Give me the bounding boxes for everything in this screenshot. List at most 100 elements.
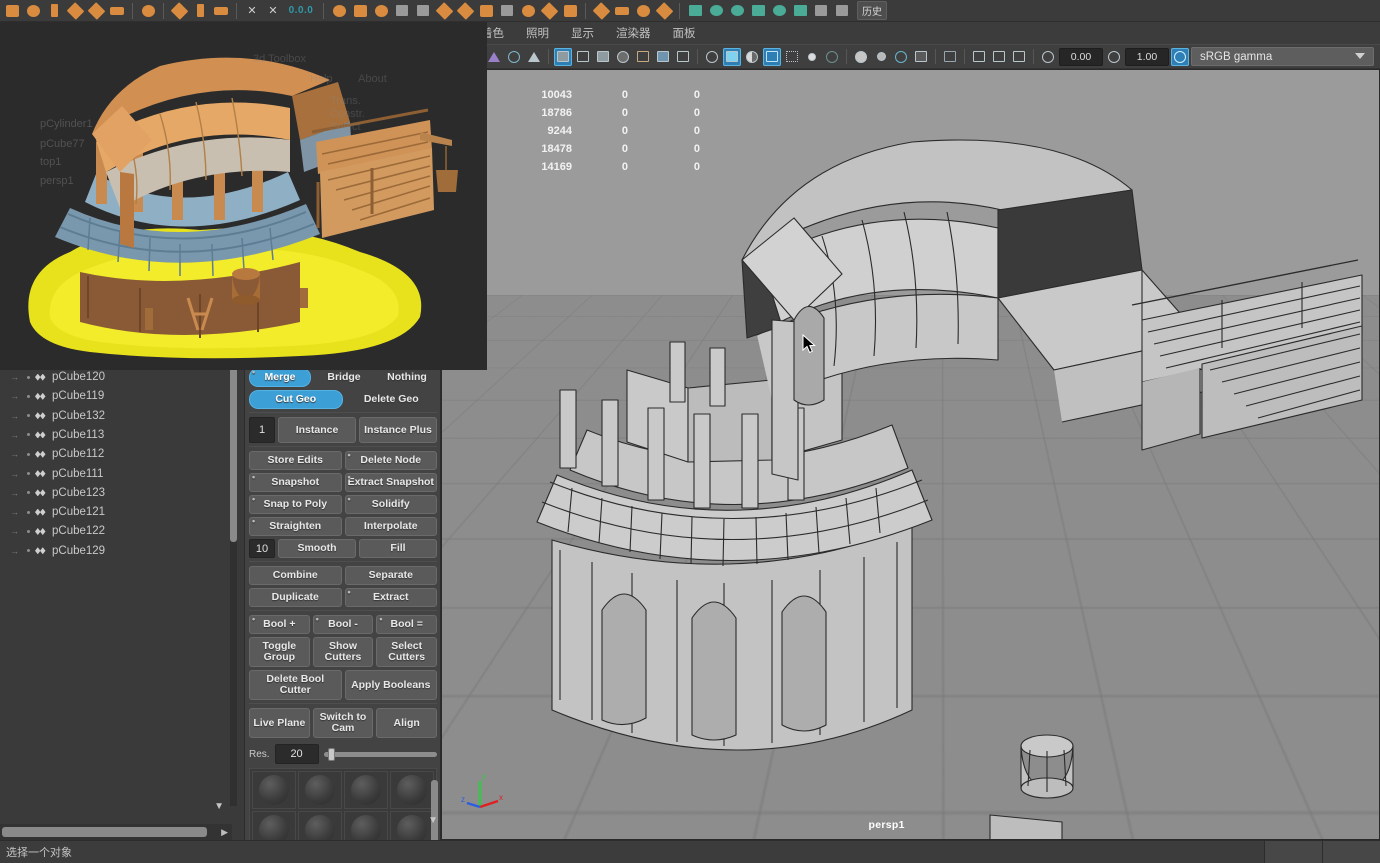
material-swatch[interactable] — [252, 811, 296, 840]
cluster-icon[interactable] — [633, 2, 653, 20]
xray-joints-icon[interactable] — [872, 48, 890, 66]
expand-arrow-icon[interactable]: → — [10, 449, 22, 459]
viewport-menu-lighting[interactable]: 照明 — [526, 25, 549, 41]
layout-icon[interactable] — [350, 2, 370, 20]
viewport-canvas[interactable]: 10043 0 0 18786 0 0 9244 0 0 18478 0 0 14169 0 0 y x z… — [441, 69, 1380, 840]
panel-maximize-icon[interactable] — [1010, 48, 1028, 66]
delete-geo-button[interactable]: Delete Geo — [346, 390, 438, 409]
expand-arrow-icon[interactable]: → — [10, 430, 22, 440]
bridge-icon[interactable] — [476, 2, 496, 20]
lighting-default-icon[interactable] — [703, 48, 721, 66]
store-edits-button[interactable]: Store Edits — [249, 451, 342, 470]
expand-arrow-icon[interactable]: → — [10, 198, 22, 208]
status-cell[interactable] — [1264, 841, 1322, 863]
outliner-horizontal-scrollbar[interactable]: ▶ — [0, 824, 232, 840]
interpolate-button[interactable]: Interpolate — [344, 517, 437, 536]
panel-layout-icon[interactable] — [970, 48, 988, 66]
anim-playback-icon[interactable] — [706, 2, 726, 20]
bool-subtract-button[interactable]: Bool - — [312, 614, 374, 634]
viewport-menu-shading[interactable]: 着色 — [481, 25, 504, 41]
expand-arrow-icon[interactable]: → — [10, 546, 22, 556]
curve-icon[interactable] — [654, 1, 674, 20]
bool-intersect-button[interactable]: Bool = — [376, 614, 438, 634]
grid-small-icon[interactable] — [392, 2, 412, 20]
refresh-icon[interactable] — [505, 48, 523, 66]
duplicate-button[interactable]: Duplicate — [249, 588, 342, 607]
motion-blur-icon[interactable] — [823, 48, 841, 66]
outliner-item-pcube79[interactable]: → pCube79 — [0, 271, 232, 290]
expand-arrow-icon[interactable]: → — [10, 83, 22, 93]
toggle-group-button[interactable]: Toggle Group — [249, 637, 310, 667]
separate-button[interactable]: Separate — [344, 566, 437, 585]
outliner-item-pcube76[interactable]: → pCube76 — [0, 290, 232, 309]
history-button[interactable]: 历史 — [857, 1, 887, 20]
object-button[interactable]: Object — [314, 346, 374, 365]
uv-editor-icon[interactable] — [329, 2, 349, 20]
smooth-button[interactable]: Smooth — [278, 539, 356, 558]
material-swatch[interactable] — [252, 771, 296, 809]
toolbox-menu-help[interactable]: Help — [285, 39, 306, 50]
poly-sphere-icon[interactable] — [23, 2, 43, 20]
status-cell[interactable] — [1322, 841, 1380, 863]
deform-bend-icon[interactable] — [612, 2, 632, 20]
expand-arrow-icon[interactable]: → — [10, 411, 22, 421]
outliner-item-pcube113[interactable]: → pCube113 — [0, 425, 232, 444]
extract-snapshot-button[interactable]: Extract Snapshot — [344, 472, 437, 492]
exposure-field[interactable]: 0.00 — [1059, 47, 1103, 66]
camera-icon[interactable] — [445, 48, 463, 66]
antialias-icon[interactable] — [783, 48, 801, 66]
expand-arrow-icon[interactable]: → — [10, 353, 22, 363]
smooth-shading-icon[interactable] — [574, 48, 592, 66]
expand-arrow-icon[interactable]: → — [10, 237, 22, 247]
snapshot-button[interactable]: Snapshot — [249, 472, 342, 492]
uv-sphere-icon[interactable] — [371, 2, 391, 20]
instance-button[interactable]: Instance — [278, 417, 356, 443]
ambient-occlusion-icon[interactable] — [763, 47, 781, 66]
xray-icon[interactable] — [674, 48, 692, 66]
resolution-slider[interactable] — [323, 747, 437, 761]
merge-verts-icon[interactable] — [497, 2, 517, 20]
outliner-item-pcube99[interactable]: → pCube99 — [0, 252, 232, 271]
expand-arrow-icon[interactable]: → — [10, 507, 22, 517]
expand-arrow-icon[interactable]: → — [10, 391, 22, 401]
grid-dots-icon[interactable] — [413, 2, 433, 20]
outliner-item-pcube120[interactable]: → pCube120 — [0, 367, 232, 386]
material-swatch[interactable] — [390, 771, 434, 809]
live-plane-button[interactable]: Live Plane — [249, 708, 310, 738]
shadows-icon[interactable] — [743, 48, 761, 66]
bool-add-button[interactable]: Bool + — [249, 614, 310, 634]
smooth-count-field[interactable]: 10 — [249, 539, 275, 558]
gamma-field[interactable]: 1.00 — [1125, 47, 1169, 66]
light-bulb-icon[interactable] — [803, 48, 821, 66]
nothing-button[interactable]: Nothing — [377, 368, 437, 387]
grid-toggle-icon[interactable] — [525, 48, 543, 66]
curve-editor-icon[interactable] — [832, 2, 852, 20]
image-plane-icon[interactable] — [485, 48, 503, 66]
outliner-item-pcube105[interactable]: → pCube105 — [0, 78, 232, 97]
fill-button[interactable]: Fill — [359, 539, 437, 558]
expand-arrow-icon[interactable]: → — [10, 160, 22, 170]
scroll-right-icon[interactable]: ▶ — [221, 827, 228, 838]
anim-ghost-icon[interactable] — [727, 2, 747, 20]
anim-constraint-icon[interactable] — [769, 2, 789, 20]
lighting-all-icon[interactable] — [723, 47, 741, 66]
combine-button[interactable]: Combine — [249, 566, 342, 585]
expand-arrow-icon[interactable]: → — [10, 218, 22, 228]
quadrangulate-icon[interactable] — [560, 2, 580, 20]
outliner-item-pcube119[interactable]: → pCube119 — [0, 387, 232, 406]
anim-motiontrail-icon[interactable] — [748, 2, 768, 20]
poly-cube-icon[interactable] — [2, 2, 22, 20]
toolbox-menu-about[interactable]: About — [328, 39, 354, 50]
select-cutters-button[interactable]: Select Cutters — [376, 637, 438, 667]
color-profile-dropdown[interactable]: sRGB gamma — [1191, 47, 1374, 66]
color-management-icon[interactable] — [1171, 47, 1189, 66]
outliner-item-pcube132[interactable]: → pCube132 — [0, 406, 232, 425]
slider-thumb[interactable] — [327, 747, 335, 761]
outliner-item-pcube125[interactable]: → pCube125 — [0, 174, 232, 193]
expand-arrow-icon[interactable]: → — [10, 276, 22, 286]
text-tool-icon[interactable] — [190, 2, 210, 20]
paint-icon[interactable] — [169, 1, 189, 20]
bridge-button[interactable]: Bridge — [314, 368, 374, 387]
extrude-icon[interactable] — [434, 1, 454, 20]
res-value-field[interactable]: 20 — [274, 744, 319, 764]
